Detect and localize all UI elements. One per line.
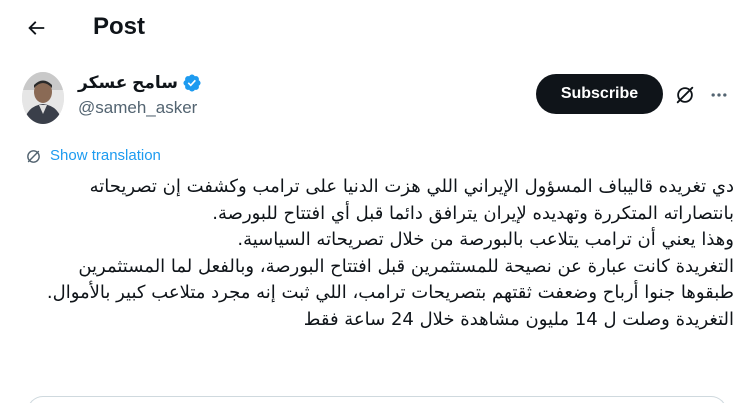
show-translation-link[interactable]: Show translation <box>25 146 161 166</box>
subscribe-button[interactable]: Subscribe <box>536 74 663 114</box>
tweet-paragraph: دي تغريده قاليباف المسؤول الإيراني اللي … <box>89 176 734 224</box>
globe-translate-icon <box>27 149 40 163</box>
more-options-button[interactable] <box>706 82 732 108</box>
tweet-body: دي تغريده قاليباف المسؤول الإيراني اللي … <box>20 174 734 333</box>
author-display-name[interactable]: سامح عسكر <box>78 73 178 93</box>
embedded-media-card[interactable] <box>27 396 727 403</box>
avatar[interactable] <box>22 72 64 124</box>
show-translation-label[interactable]: Show translation <box>50 146 161 166</box>
top-bar: Post <box>0 0 750 53</box>
tweet-paragraph: وهذا يعني أن ترامب يتلاعب بالبورصة من خل… <box>237 229 734 250</box>
arrow-left-icon <box>28 21 45 35</box>
tweet-paragraph: التغريدة وصلت ل 14 مليون مشاهدة خلال 24 … <box>303 308 734 330</box>
grok-button[interactable] <box>672 82 698 108</box>
page-title: Post <box>93 13 146 40</box>
author-handle[interactable]: @sameh_asker <box>78 97 202 119</box>
back-button[interactable] <box>18 10 54 46</box>
grok-icon <box>676 86 694 104</box>
more-horizontal-icon <box>711 93 727 97</box>
tweet-paragraph: التغريدة كانت عبارة عن نصيحة للمستثمرين … <box>46 255 734 304</box>
verified-badge-icon <box>183 74 201 92</box>
author-info[interactable]: سامح عسكر @sameh_asker <box>78 71 202 119</box>
